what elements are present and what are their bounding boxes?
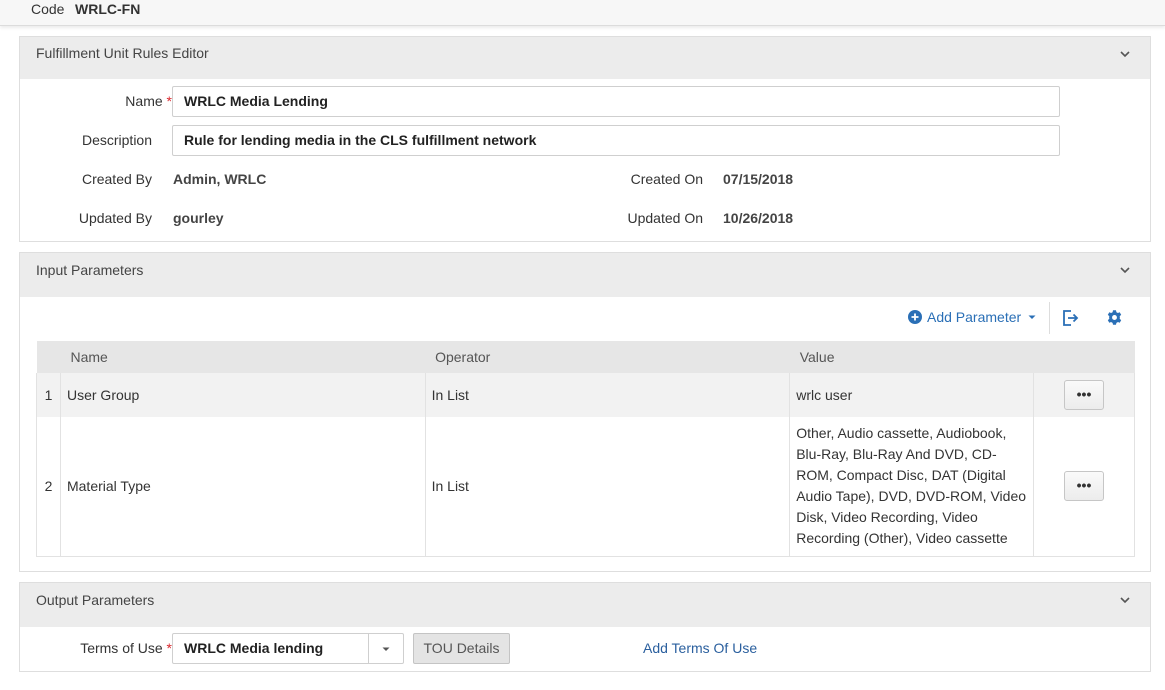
table-row[interactable]: 1 User Group In List wrlc user ••• <box>36 373 1135 417</box>
add-parameter-button[interactable]: Add Parameter <box>908 309 1037 325</box>
column-header-operator[interactable]: Operator <box>425 341 790 373</box>
created-by-value: Admin, WRLC <box>173 171 267 187</box>
terms-of-use-select[interactable]: WRLC Media lending <box>172 633 404 664</box>
description-label: Description <box>81 132 152 148</box>
row-actions-button[interactable]: ••• <box>1064 380 1104 410</box>
column-header-name[interactable]: Name <box>60 341 426 373</box>
rules-editor-section: Fulfillment Unit Rules Editor Name * WRL… <box>19 36 1151 242</box>
section-title: Input Parameters <box>36 262 144 278</box>
toolbar-divider <box>1049 302 1050 334</box>
section-title: Output Parameters <box>36 592 155 608</box>
chevron-down-icon[interactable] <box>1118 593 1132 607</box>
input-parameters-header[interactable]: Input Parameters <box>20 253 1150 297</box>
name-input[interactable]: WRLC Media Lending <box>172 86 1060 117</box>
description-input[interactable]: Rule for lending media in the CLS fulfil… <box>172 125 1060 156</box>
terms-of-use-value: WRLC Media lending <box>184 640 324 656</box>
row-actions-button[interactable]: ••• <box>1064 471 1104 502</box>
row-index: 2 <box>36 417 61 557</box>
param-value: Other, Audio cassette, Audiobook, Blu-Ra… <box>789 417 1035 557</box>
param-value-text: Other, Audio cassette, Audiobook, Blu-Ra… <box>796 425 1027 547</box>
index-column-header <box>36 341 61 373</box>
name-label: Name * <box>125 93 172 109</box>
caret-down-icon <box>382 647 390 651</box>
created-on-label: Created On <box>630 171 703 187</box>
updated-by-value: gourley <box>173 210 224 226</box>
parameters-table: Name Operator Value 1 User Group In List… <box>36 341 1135 557</box>
column-header-value[interactable]: Value <box>789 341 1034 373</box>
chevron-down-icon[interactable] <box>1118 263 1132 277</box>
table-header-row: Name Operator Value <box>36 341 1135 373</box>
export-icon[interactable] <box>1061 309 1079 327</box>
tou-details-button[interactable]: TOU Details <box>413 633 510 664</box>
row-actions-cell: ••• <box>1033 417 1135 557</box>
section-title: Fulfillment Unit Rules Editor <box>36 45 209 61</box>
updated-on-label: Updated On <box>627 210 704 226</box>
param-name: Material Type <box>60 417 426 557</box>
param-name: User Group <box>60 373 426 417</box>
add-parameter-label: Add Parameter <box>927 309 1022 325</box>
code-value: WRLC-FN <box>75 1 141 17</box>
param-value: wrlc user <box>789 373 1035 417</box>
code-bar: Code WRLC-FN <box>0 0 1165 26</box>
caret-down-icon <box>1028 315 1036 319</box>
input-parameters-section: Input Parameters Add Parameter Name Oper… <box>19 252 1151 572</box>
created-by-label: Created By <box>81 171 152 187</box>
plus-circle-icon <box>908 310 922 324</box>
gear-icon[interactable] <box>1106 309 1123 326</box>
rules-editor-header[interactable]: Fulfillment Unit Rules Editor <box>20 37 1150 79</box>
chevron-down-icon[interactable] <box>1118 47 1132 61</box>
updated-on-value: 10/26/2018 <box>723 210 794 226</box>
table-row[interactable]: 2 Material Type In List Other, Audio cas… <box>36 417 1135 557</box>
row-index: 1 <box>36 373 61 417</box>
code-label: Code <box>31 1 65 17</box>
output-parameters-header[interactable]: Output Parameters <box>20 583 1150 627</box>
param-operator: In List <box>425 373 791 417</box>
select-caret-area[interactable] <box>368 634 403 663</box>
actions-column-header <box>1033 341 1135 373</box>
output-parameters-section: Output Parameters Terms of Use * WRLC Me… <box>19 582 1151 672</box>
row-actions-cell: ••• <box>1033 373 1135 417</box>
updated-by-label: Updated By <box>78 210 152 226</box>
created-on-value: 07/15/2018 <box>723 171 794 187</box>
add-terms-of-use-link[interactable]: Add Terms Of Use <box>643 640 757 656</box>
terms-of-use-label: Terms of Use * <box>80 640 172 656</box>
param-operator: In List <box>425 417 791 557</box>
